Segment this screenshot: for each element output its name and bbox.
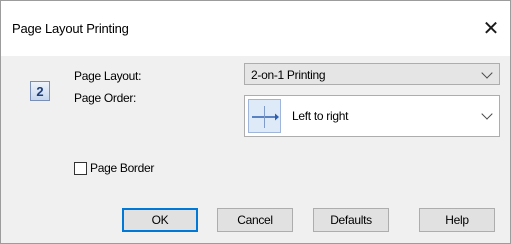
close-icon[interactable]: ✕ <box>478 16 504 40</box>
dialog-title: Page Layout Printing <box>12 21 129 36</box>
page-border-checkbox[interactable] <box>74 161 87 175</box>
left-to-right-order-icon <box>248 99 281 133</box>
help-button[interactable]: Help <box>419 208 495 232</box>
title-bar: Page Layout Printing ✕ <box>1 1 510 56</box>
page-order-select[interactable]: Left to right <box>244 95 500 137</box>
page-order-label: Page Order: <box>74 91 137 105</box>
chevron-down-icon <box>481 67 493 79</box>
ok-button[interactable]: OK <box>122 208 198 232</box>
page-layout-value: 2-on-1 Printing <box>251 68 326 82</box>
chevron-down-icon <box>481 108 493 120</box>
page-layout-label: Page Layout: <box>74 69 142 83</box>
page-border-label: Page Border <box>90 161 155 175</box>
page-layout-printing-dialog: Page Layout Printing ✕ 2 Page Layout: 2-… <box>0 0 511 244</box>
step-number-badge: 2 <box>30 81 50 101</box>
defaults-button[interactable]: Defaults <box>313 208 389 232</box>
page-layout-select[interactable]: 2-on-1 Printing <box>244 63 500 85</box>
page-order-value: Left to right <box>292 109 349 123</box>
cancel-button[interactable]: Cancel <box>217 208 293 232</box>
page-border-option[interactable]: Page Border <box>74 161 154 175</box>
